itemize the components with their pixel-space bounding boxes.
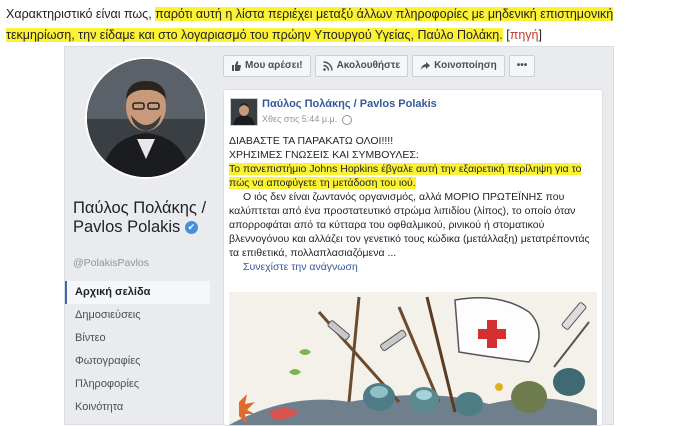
see-more-row: Συνεχίστε την ανάγνωση (229, 260, 597, 274)
share-arrow-icon (420, 62, 431, 71)
profile-name[interactable]: Παύλος Πολάκης / Pavlos Polakis ✔ (73, 199, 213, 237)
post-author-avatar[interactable] (230, 98, 258, 126)
intro-paragraph: Χαρακτηριστικό είναι πως, παρότι αυτή η … (6, 4, 674, 46)
post-text: ΔΙΑΒΑΣΤΕ ΤΑ ΠΑΡΑΚΑΤΩ ΟΛΟΙ!!!! ΧΡΗΣΙΜΕΣ Γ… (229, 134, 597, 274)
profile-handle[interactable]: @PolakisPavlos (73, 257, 149, 269)
facebook-page-screenshot: Παύλος Πολάκης / Pavlos Polakis ✔ @Polak… (64, 46, 614, 426)
nav-item-community[interactable]: Κοινότητα (65, 396, 210, 419)
follow-button-label: Ακολουθήστε (336, 60, 401, 71)
author-photo (231, 99, 257, 125)
nav-item-videos[interactable]: Βίντεο (65, 327, 210, 350)
globe-icon (341, 114, 352, 125)
post-highlight-text: Το πανεπιστήμιο Johns Hopkins έβγαλε αυτ… (229, 163, 582, 189)
more-button[interactable]: ••• (508, 55, 536, 77)
post-card: Παύλος Πολάκης / Pavlos Polakis Χθες στι… (223, 89, 603, 426)
nav-item-about[interactable]: Πληροφορίες (65, 373, 210, 396)
share-button[interactable]: Κοινοποίηση (412, 55, 505, 77)
profile-column: Παύλος Πολάκης / Pavlos Polakis ✔ @Polak… (65, 47, 215, 424)
post-time-text: Χθες στις 5:44 μ.μ. (262, 114, 338, 124)
nav-item-photos[interactable]: Φωτογραφίες (65, 350, 210, 373)
post-author-name[interactable]: Παύλος Πολάκης / Pavlos Polakis (262, 98, 437, 110)
source-bracket-close: ] (538, 28, 542, 42)
nav-item-posts[interactable]: Δημοσιεύσεις (65, 304, 210, 327)
share-button-label: Κοινοποίηση (434, 60, 497, 71)
see-more-link[interactable]: Συνεχίστε την ανάγνωση (243, 261, 358, 273)
follow-button[interactable]: Ακολουθήστε (314, 55, 409, 77)
profile-avatar[interactable] (85, 57, 207, 179)
page-nav: Αρχική σελίδα Δημοσιεύσεις Βίντεο Φωτογρ… (65, 281, 210, 419)
post-paragraph: Ο ιός δεν είναι ζωντανός οργανισμός, αλλ… (229, 191, 590, 259)
profile-photo (87, 59, 205, 177)
post-image[interactable] (229, 292, 597, 425)
source-bracket-open: [ (502, 28, 510, 42)
rss-icon (322, 61, 333, 71)
nav-item-home[interactable]: Αρχική σελίδα (65, 281, 210, 304)
post-line-2: ΧΡΗΣΙΜΕΣ ΓΝΩΣΕΙΣ ΚΑΙ ΣΥΜΒΟΥΛΕΣ: (229, 149, 419, 161)
post-highlighted-line: Το πανεπιστήμιο Johns Hopkins έβγαλε αυτ… (229, 162, 597, 190)
medical-battle-cartoon-illustration (229, 292, 597, 425)
more-dots-icon: ••• (516, 60, 528, 71)
intro-text: Χαρακτηριστικό είναι πως, (6, 7, 156, 21)
like-button[interactable]: Μου αρέσει! (223, 55, 311, 77)
thumbs-up-icon (232, 61, 241, 71)
check-badge-icon: ✔ (184, 221, 198, 235)
post-timestamp[interactable]: Χθες στις 5:44 μ.μ. (262, 114, 352, 125)
post-line-1: ΔΙΑΒΑΣΤΕ ΤΑ ΠΑΡΑΚΑΤΩ ΟΛΟΙ!!!! (229, 135, 394, 147)
source-link[interactable]: πηγή (510, 28, 539, 42)
page-action-bar: Μου αρέσει! Ακολουθήστε Κοινοποίηση ••• (223, 55, 536, 77)
like-button-label: Μου αρέσει! (245, 60, 303, 71)
